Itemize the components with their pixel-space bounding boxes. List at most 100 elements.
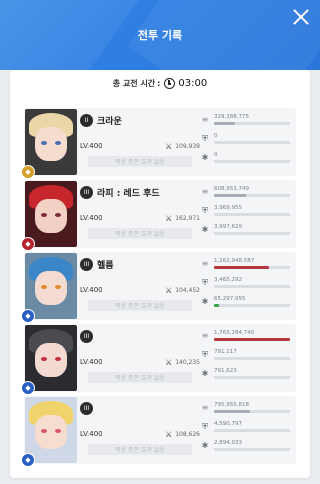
combat-power: ⚔ 140,235 (165, 358, 200, 367)
damage-dealt-bar-fill (214, 338, 290, 341)
combat-power-value: 108,626 (175, 430, 200, 438)
heal-amount-value: 2,894,033 (214, 440, 242, 446)
shield-amount-row: ⛨ 0 (200, 133, 292, 152)
unit-portrait (25, 109, 77, 175)
unit-card[interactable]: ◆ III LV.400 ⚔ 108,626 적용 중인 효과 없음 ≡ 795… (21, 396, 296, 467)
damage-icon: ≡ (201, 187, 209, 196)
portrait-eye (55, 213, 61, 217)
unit-card[interactable]: ◆ III 라피 : 레드 후드 LV.400 ⚔ 162,971 적용 중인 … (21, 180, 296, 251)
heal-amount-row: ✱ 2,894,033 (200, 440, 292, 459)
unit-level-row: LV.400 ⚔ 140,235 (80, 356, 200, 368)
heal-amount-row: ✱ 3,997,629 (200, 224, 292, 243)
unit-card[interactable]: ◆ II 크라운 LV.400 ⚔ 109,939 적용 중인 효과 없음 ≡ … (21, 108, 296, 179)
shield-amount-bar (214, 285, 290, 288)
unit-level-row: LV.400 ⚔ 162,971 (80, 212, 200, 224)
shield-icon: ⛨ (202, 350, 208, 359)
portrait-face (35, 343, 67, 377)
unit-name: 크라운 (97, 116, 122, 127)
portrait-face (35, 271, 67, 305)
unit-stats: ≡ 329,388,775 ⛨ 0 ✱ 0 (200, 114, 292, 172)
shield-icon: ⛨ (202, 206, 208, 215)
combat-power: ⚔ 108,626 (165, 430, 200, 439)
heal-amount-bar (214, 376, 290, 379)
shield-icon: ⛨ (202, 422, 208, 431)
total-time-value: 03:00 (178, 77, 208, 89)
shield-amount-bar (214, 429, 290, 432)
time-separator: : (157, 78, 161, 88)
heal-icon: ✱ (201, 297, 209, 306)
heal-amount-value: 3,997,629 (214, 224, 242, 230)
unit-stats: ≡ 1,262,948,587 ⛨ 3,465,292 ✱ 65,297,955 (200, 258, 292, 316)
crossed-swords-icon: ⚔ (165, 141, 173, 151)
crossed-swords-icon: ⚔ (165, 285, 173, 295)
shield-amount-row: ⛨ 791,117 (200, 349, 292, 368)
damage-dealt-bar-fill (214, 266, 269, 269)
damage-dealt-value: 329,388,775 (214, 114, 249, 120)
close-button[interactable] (292, 8, 310, 26)
combat-power-value: 109,939 (175, 142, 200, 150)
unit-stats: ≡ 795,955,818 ⛨ 4,590,797 ✱ 2,894,033 (200, 402, 292, 460)
unit-level: LV.400 (80, 358, 103, 366)
unit-level: LV.400 (80, 286, 103, 294)
damage-dealt-row: ≡ 329,388,775 (200, 114, 292, 133)
heal-amount-row: ✱ 0 (200, 152, 292, 171)
total-battle-time: 총 교전 시간 : 03:00 (10, 75, 310, 91)
total-time-label: 총 교전 시간 (112, 78, 156, 88)
heal-amount-value: 0 (214, 152, 218, 158)
heal-amount-bar (214, 232, 290, 235)
shield-amount-row: ⛨ 4,590,797 (200, 421, 292, 440)
unit-info: III 헬름 LV.400 ⚔ 104,452 적용 중인 효과 없음 (80, 256, 200, 316)
burst-icon: III (80, 257, 93, 271)
unit-card[interactable]: ◆ III 헬름 LV.400 ⚔ 104,452 적용 중인 효과 없음 ≡ … (21, 252, 296, 323)
portrait-face (35, 127, 67, 161)
damage-icon: ≡ (201, 115, 209, 124)
water-element-icon: ◆ (21, 453, 35, 467)
heal-amount-bar (214, 160, 290, 163)
burst-icon: III (80, 329, 93, 343)
shield-amount-value: 0 (214, 133, 218, 139)
damage-dealt-bar (214, 338, 290, 341)
unit-level-row: LV.400 ⚔ 109,939 (80, 140, 200, 152)
unit-name-row: III 헬름 (80, 256, 200, 272)
shield-amount-bar (214, 141, 290, 144)
active-effects-status: 적용 중인 효과 없음 (88, 228, 192, 239)
portrait-eye (41, 285, 47, 289)
unit-stats: ≡ 608,953,749 ⛨ 3,969,955 ✱ 3,997,629 (200, 186, 292, 244)
damage-dealt-bar (214, 194, 290, 197)
clock-icon (164, 77, 176, 89)
damage-dealt-bar (214, 266, 290, 269)
unit-card[interactable]: ◆ III LV.400 ⚔ 140,235 적용 중인 효과 없음 ≡ 1,7… (21, 324, 296, 395)
shield-amount-row: ⛨ 3,465,292 (200, 277, 292, 296)
unit-level-row: LV.400 ⚔ 108,626 (80, 428, 200, 440)
heal-icon: ✱ (201, 153, 209, 162)
shield-amount-value: 3,465,292 (214, 277, 242, 283)
shield-amount-bar (214, 213, 290, 216)
shield-icon: ⛨ (202, 134, 208, 143)
shield-amount-value: 4,590,797 (214, 421, 242, 427)
fire-element-icon: ◆ (21, 237, 35, 251)
shield-amount-row: ⛨ 3,969,955 (200, 205, 292, 224)
active-effects-status: 적용 중인 효과 없음 (88, 444, 192, 455)
damage-dealt-row: ≡ 608,953,749 (200, 186, 292, 205)
combat-power: ⚔ 104,452 (165, 286, 200, 295)
crossed-swords-icon: ⚔ (165, 357, 173, 367)
burst-icon: III (80, 185, 93, 199)
header-bar: 전투 기록 (0, 0, 320, 70)
portrait-eye (55, 285, 61, 289)
damage-dealt-value: 608,953,749 (214, 186, 249, 192)
damage-dealt-row: ≡ 1,262,948,587 (200, 258, 292, 277)
shield-amount-bar (214, 357, 290, 360)
damage-dealt-bar (214, 410, 290, 413)
shield-icon: ⛨ (202, 278, 208, 287)
unit-level-row: LV.400 ⚔ 104,452 (80, 284, 200, 296)
damage-icon: ≡ (201, 259, 209, 268)
unit-info: III LV.400 ⚔ 108,626 적용 중인 효과 없음 (80, 400, 200, 460)
water-element-icon: ◆ (21, 309, 35, 323)
unit-name-row: III (80, 400, 200, 416)
combat-power: ⚔ 162,971 (165, 214, 200, 223)
heal-amount-value: 791,623 (214, 368, 237, 374)
damage-dealt-value: 1,262,948,587 (214, 258, 255, 264)
heal-amount-bar-fill (214, 304, 219, 307)
unit-name: 헬름 (97, 260, 114, 271)
unit-name-row: III (80, 328, 200, 344)
